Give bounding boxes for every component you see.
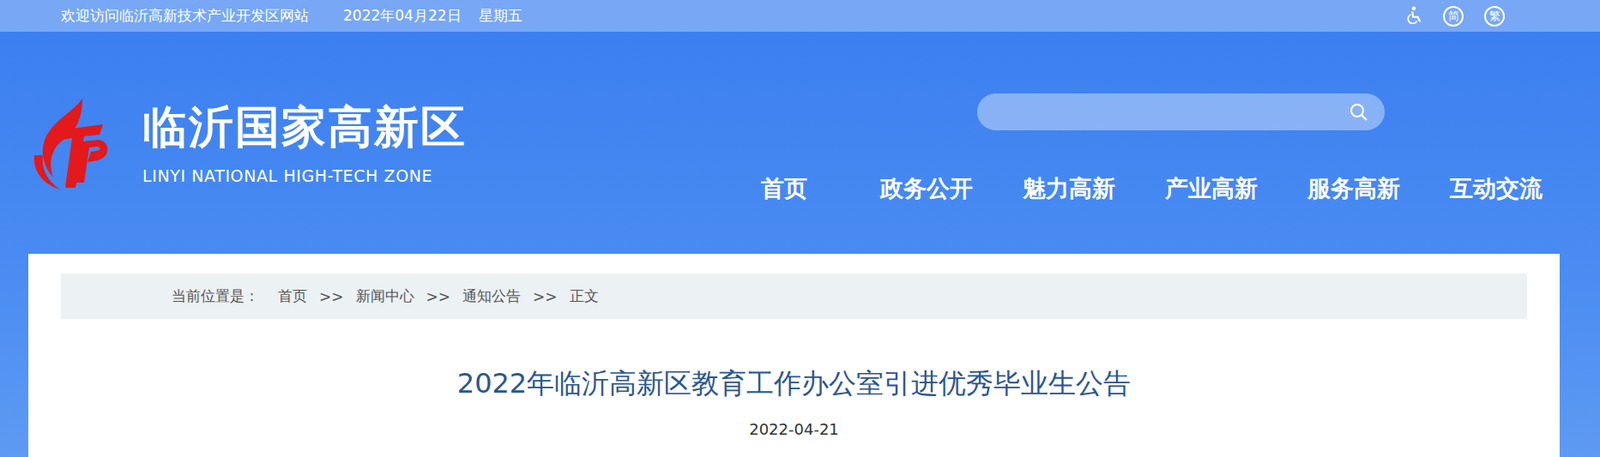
top-tools: 简繁 <box>1405 5 1505 28</box>
nav-item[interactable]: 产业高新 <box>1140 173 1283 205</box>
breadcrumb-separator: >> <box>319 288 345 306</box>
search-icon <box>1348 102 1370 123</box>
nav-item[interactable]: 首页 <box>712 173 856 205</box>
weekday: 星期五 <box>478 6 523 26</box>
welcome-text: 欢迎访问临沂高新技术产业开发区网站 <box>60 6 309 26</box>
site-brand[interactable]: 临沂国家高新区 LINYI NATIONAL HIGH-TECH ZONE <box>0 31 467 254</box>
main-nav: 首页政务公开魅力高新产业高新服务高新互动交流 <box>712 173 1568 205</box>
nav-item[interactable]: 魅力高新 <box>997 173 1141 205</box>
traditional-button[interactable]: 繁 <box>1484 6 1505 27</box>
site-name-en: LINYI NATIONAL HIGH-TECH ZONE <box>142 165 467 187</box>
breadcrumb-separator: >> <box>426 288 452 306</box>
header-right: 首页政务公开魅力高新产业高新服务高新互动交流 <box>712 31 1568 254</box>
breadcrumb-item[interactable]: 新闻中心 <box>356 286 415 307</box>
current-date: 2022年04月22日 <box>343 6 462 26</box>
simplified-button[interactable]: 简 <box>1443 6 1464 27</box>
site-name: 临沂国家高新区 <box>142 100 467 154</box>
article-title: 2022年临沂高新区教育工作办公室引进优秀毕业生公告 <box>60 366 1528 401</box>
nav-item[interactable]: 服务高新 <box>1282 173 1425 205</box>
breadcrumb-separator: >> <box>532 288 558 306</box>
search-box[interactable] <box>977 93 1385 131</box>
logo-icon <box>30 95 110 192</box>
breadcrumb-label: 当前位置是： <box>171 286 260 307</box>
nav-item[interactable]: 互动交流 <box>1424 173 1568 205</box>
breadcrumb-item[interactable]: 首页 <box>277 286 308 307</box>
top-bar: 欢迎访问临沂高新技术产业开发区网站 2022年04月22日星期五 简繁 <box>0 0 1600 32</box>
breadcrumb-item[interactable]: 通知公告 <box>462 286 521 307</box>
header: 临沂国家高新区 LINYI NATIONAL HIGH-TECH ZONE 首页政务… <box>0 31 1600 254</box>
content-card: 当前位置是： 首页 >> 新闻中心 >> 通知公告 >> 正文 2022年临沂高新区教育工作办公… <box>28 253 1560 457</box>
breadcrumb: 当前位置是： 首页 >> 新闻中心 >> 通知公告 >> 正文 <box>60 273 1528 320</box>
breadcrumb-item[interactable]: 正文 <box>569 286 599 307</box>
article-date: 2022-04-21 <box>60 419 1528 441</box>
brand-text: 临沂国家高新区 LINYI NATIONAL HIGH-TECH ZONE <box>142 100 467 187</box>
accessibility-button[interactable] <box>1405 5 1423 28</box>
nav-item[interactable]: 政务公开 <box>855 173 998 205</box>
accessibility-icon <box>1405 5 1423 25</box>
